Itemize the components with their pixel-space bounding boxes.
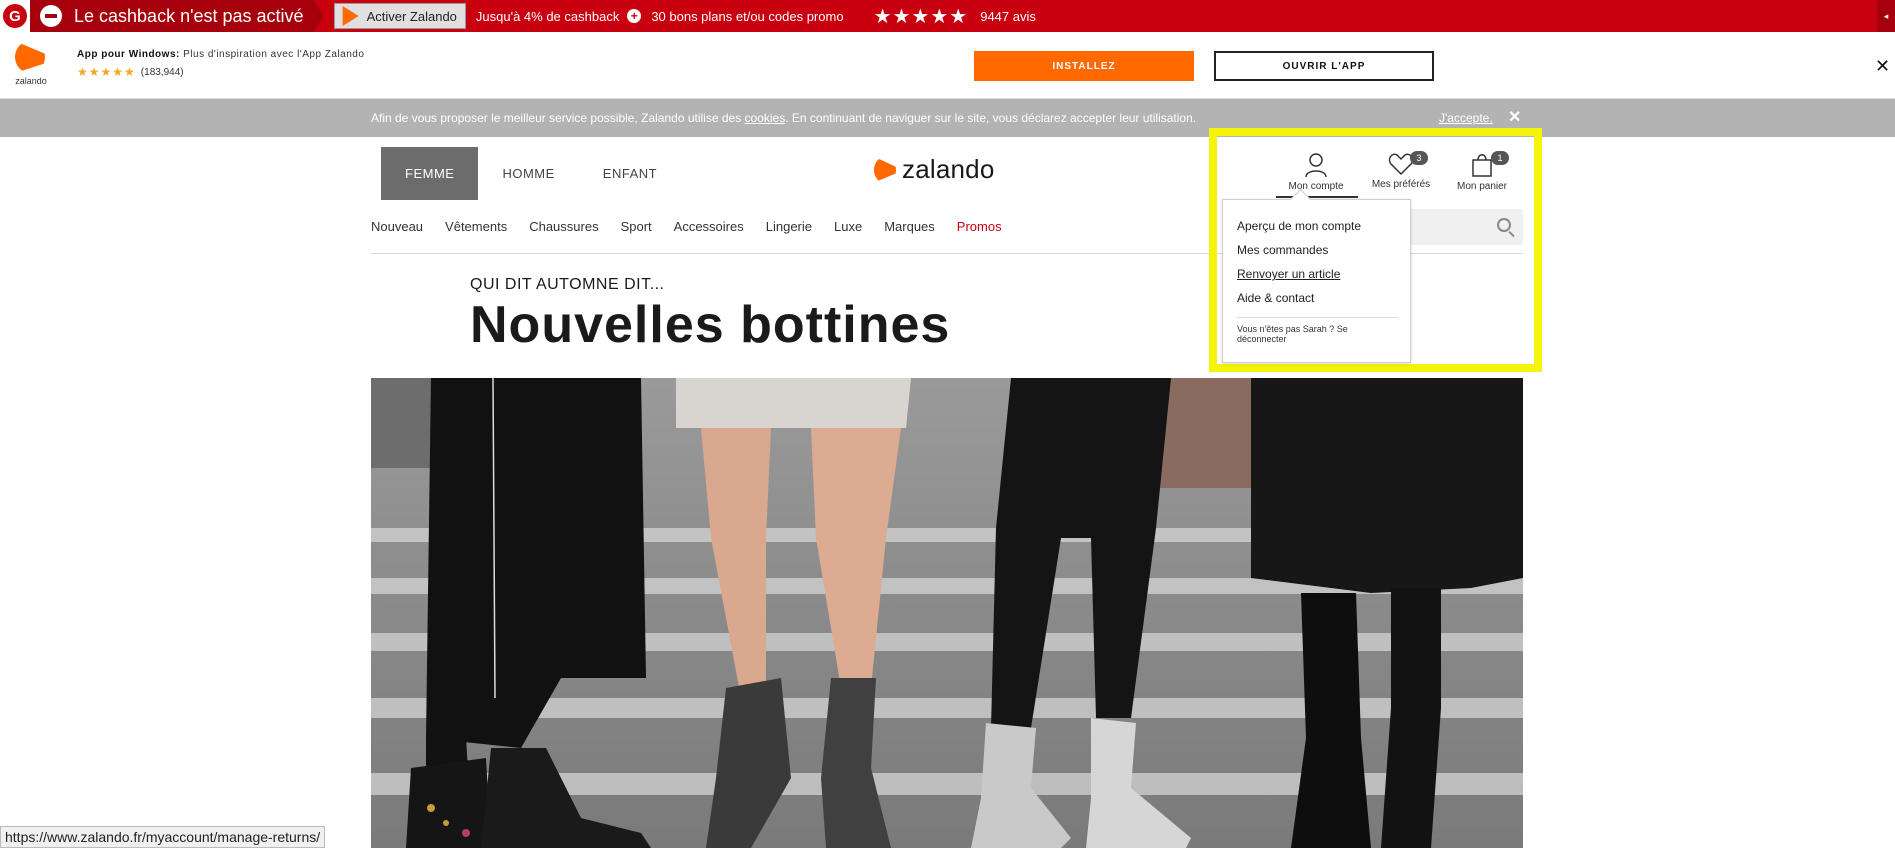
brand-wordmark: zalando <box>902 154 995 184</box>
collapse-toolbar-button[interactable]: ◂ <box>1877 0 1895 32</box>
app-logo-text: zalando <box>15 76 47 86</box>
cookies-link[interactable]: cookies <box>745 111 786 125</box>
zalando-logo-icon <box>15 41 45 73</box>
account-dropdown: Aperçu de mon compte Mes commandes Renvo… <box>1222 199 1411 363</box>
hero-photo <box>371 378 1523 848</box>
cashback-status: Le cashback n'est pas activé <box>30 0 324 32</box>
activate-label: Activer Zalando <box>366 8 457 24</box>
logout-link[interactable]: Vous n'êtes pas Sarah ? Se déconnecter <box>1237 324 1387 344</box>
tab-femme[interactable]: FEMME <box>381 147 479 200</box>
user-icon <box>1305 153 1327 178</box>
account-active-underline <box>1276 196 1358 198</box>
app-rating-stars-icon: ★★★★★ <box>77 65 136 79</box>
cookie-close-icon[interactable]: ✕ <box>1508 107 1521 127</box>
reviews-link[interactable]: 9447 avis <box>980 9 1036 24</box>
app-banner-title: App pour Windows: Plus d'inspiration ave… <box>77 49 364 60</box>
activate-zalando-button[interactable]: Activer Zalando <box>333 3 466 29</box>
cat-chaussures[interactable]: Chaussures <box>529 219 598 253</box>
bag-icon <box>1472 154 1492 177</box>
my-account-label: Mon compte <box>1288 181 1344 192</box>
hero-image[interactable] <box>371 378 1523 848</box>
account-overview-link[interactable]: Aperçu de mon compte <box>1237 219 1361 233</box>
app-rating: ★★★★★ (183,944) <box>77 65 184 79</box>
return-article-link[interactable]: Renvoyer un article <box>1237 267 1340 281</box>
zalando-small-icon <box>342 6 359 26</box>
close-icon[interactable]: ✕ <box>1875 56 1890 77</box>
cashback-rate: Jusqu'à 4% de cashback <box>475 8 620 24</box>
app-rating-count: (183,944) <box>140 66 184 78</box>
cat-vetements[interactable]: Vêtements <box>445 219 507 253</box>
cat-marques[interactable]: Marques <box>884 219 935 253</box>
my-account-button[interactable]: Mon compte <box>1282 152 1350 192</box>
cat-nouveau[interactable]: Nouveau <box>371 219 423 253</box>
cat-promos[interactable]: Promos <box>957 219 1002 253</box>
install-app-button[interactable]: INSTALLEZ <box>974 51 1194 81</box>
cookie-notice: Afin de vous proposer le meilleur servic… <box>0 99 1895 137</box>
app-title-rest: Plus d'inspiration avec l'App Zalando <box>179 49 365 60</box>
cat-sport[interactable]: Sport <box>621 219 652 253</box>
stop-icon <box>40 5 62 27</box>
tab-enfant[interactable]: ENFANT <box>579 147 681 200</box>
dropdown-divider <box>1237 317 1398 318</box>
zalando-play-icon <box>874 156 896 183</box>
cat-lingerie[interactable]: Lingerie <box>766 219 812 253</box>
app-logo: zalando <box>11 41 51 93</box>
help-contact-link[interactable]: Aide & contact <box>1237 291 1314 305</box>
zalando-logo[interactable]: zalando <box>874 154 994 185</box>
cashback-logo[interactable]: G <box>0 0 30 32</box>
cookie-text-before: Afin de vous proposer le meilleur servic… <box>371 111 745 125</box>
wishlist-count-badge: 3 <box>1410 151 1428 165</box>
my-orders-link[interactable]: Mes commandes <box>1237 243 1328 257</box>
plus-icon: + <box>627 9 642 23</box>
cookie-text: Afin de vous proposer le meilleur servic… <box>371 111 1196 125</box>
hero-kicker: QUI DIT AUTOMNE DIT... <box>470 276 665 293</box>
browser-status-url: https://www.zalando.fr/myaccount/manage-… <box>0 826 326 848</box>
hero-title[interactable]: Nouvelles bottines <box>470 295 950 355</box>
gender-nav: FEMME HOMME ENFANT <box>381 147 681 200</box>
collapse-arrow-icon: ◂ <box>1883 10 1889 21</box>
rating-stars-icon: ★★★★★ <box>873 5 969 28</box>
cart-count-badge: 1 <box>1491 151 1509 165</box>
cashback-status-text: Le cashback n'est pas activé <box>74 5 304 26</box>
g-logo-icon: G <box>3 4 27 28</box>
cookie-accept-link[interactable]: J'accepte. <box>1439 111 1493 125</box>
app-install-banner: zalando App pour Windows: Plus d'inspira… <box>0 32 1895 99</box>
cat-luxe[interactable]: Luxe <box>834 219 862 253</box>
open-app-button[interactable]: OUVRIR L'APP <box>1214 51 1434 81</box>
cat-accessoires[interactable]: Accessoires <box>674 219 744 253</box>
cart-label: Mon panier <box>1456 181 1508 192</box>
app-title-bold: App pour Windows: <box>77 49 180 60</box>
wishlist-label: Mes préférés <box>1371 179 1431 190</box>
deals-link[interactable]: 30 bons plans et/ou codes promo <box>651 9 843 24</box>
cashback-toolbar: G Le cashback n'est pas activé Activer Z… <box>0 0 1895 32</box>
tab-homme[interactable]: HOMME <box>478 147 578 200</box>
cookie-text-after: . En continuant de naviguer sur le site,… <box>785 111 1197 125</box>
